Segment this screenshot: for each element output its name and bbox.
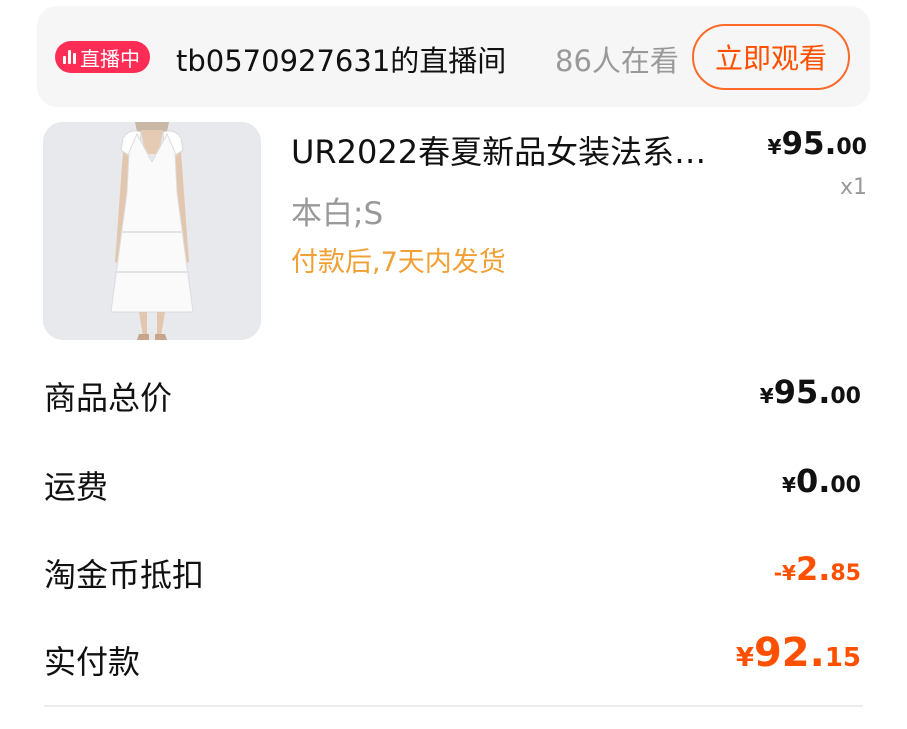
amount-paid-integer: 92. bbox=[753, 630, 825, 676]
live-room-name[interactable]: tb0570927631的直播间 bbox=[176, 38, 506, 80]
amount-paid-value: ¥92.15 bbox=[736, 630, 861, 676]
shipping-fee-decimal: 00 bbox=[830, 473, 861, 498]
live-badge-label: 直播中 bbox=[80, 46, 140, 71]
shipping-fee-value: ¥0.00 bbox=[782, 462, 861, 500]
item-price-integer: 95. bbox=[781, 126, 837, 162]
shipping-fee-integer: 0. bbox=[795, 462, 831, 500]
item-price: ¥95.00 bbox=[768, 126, 867, 162]
coin-deduction-currency: -¥ bbox=[773, 561, 796, 585]
item-price-decimal: 00 bbox=[836, 135, 867, 160]
live-bars-icon bbox=[63, 50, 76, 64]
amount-paid-currency: ¥ bbox=[735, 643, 754, 673]
item-quantity: x1 bbox=[839, 175, 867, 200]
item-price-currency: ¥ bbox=[767, 135, 782, 159]
product-sku: 本白;S bbox=[291, 196, 384, 232]
live-badge: 直播中 bbox=[55, 41, 150, 73]
coin-deduction-value: -¥2.85 bbox=[774, 550, 861, 588]
viewer-count: 86人在看 bbox=[555, 44, 679, 78]
coin-deduction-integer: 2. bbox=[795, 550, 831, 588]
live-banner[interactable]: 直播中 tb0570927631的直播间 86人在看 立即观看 bbox=[37, 6, 870, 107]
subtotal-currency: ¥ bbox=[759, 384, 774, 408]
dress-image-icon bbox=[43, 122, 261, 340]
shipping-fee-label: 运费 bbox=[44, 468, 109, 506]
amount-paid-decimal: 15 bbox=[824, 643, 861, 673]
subtotal-value: ¥95.00 bbox=[760, 373, 861, 411]
product-thumbnail[interactable] bbox=[43, 122, 261, 340]
divider bbox=[44, 705, 863, 707]
watch-now-button[interactable]: 立即观看 bbox=[692, 24, 850, 90]
product-title[interactable]: UR2022春夏新品女装法系… bbox=[291, 127, 721, 173]
subtotal-decimal: 00 bbox=[830, 384, 861, 409]
amount-paid-label: 实付款 bbox=[44, 643, 141, 681]
subtotal-label: 商品总价 bbox=[44, 379, 173, 417]
coin-deduction-label: 淘金币抵扣 bbox=[44, 556, 205, 594]
shipping-fee-currency: ¥ bbox=[782, 473, 796, 497]
shipping-promise: 付款后,7天内发货 bbox=[291, 247, 506, 278]
coin-deduction-decimal: 85 bbox=[830, 561, 861, 586]
subtotal-integer: 95. bbox=[773, 373, 831, 411]
